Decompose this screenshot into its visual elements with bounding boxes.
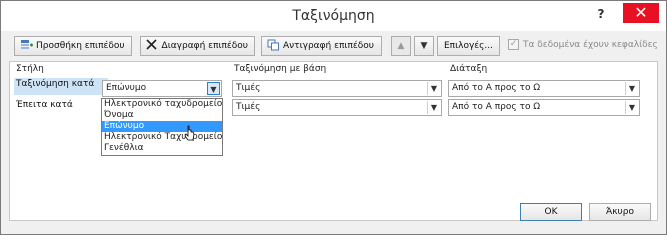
copy-level-button[interactable]: Αντιγραφή επιπέδου	[261, 36, 382, 56]
sort-on-combo-row2-value: Τιμές	[236, 102, 261, 112]
sort-on-combo-row1-value: Τιμές	[236, 83, 261, 93]
add-level-label: Προσθήκη επιπέδου	[36, 41, 125, 51]
my-data-has-headers[interactable]: ✓ Τα δεδομένα έχουν κεφαλίδες	[508, 39, 658, 50]
chevron-down-icon[interactable]: ▼	[207, 82, 220, 95]
delete-level-button[interactable]: Διαγραφή επιπέδου	[140, 36, 255, 56]
checkbox-icon[interactable]: ✓	[508, 39, 519, 50]
sort-dialog: Ταξινόμηση ? ✕ Προσθήκη επιπέδου Διαγραφ…	[0, 0, 667, 235]
options-button[interactable]: Επιλογές...	[437, 36, 500, 56]
cancel-button[interactable]: Άκυρο	[589, 203, 651, 221]
copy-level-label: Αντιγραφή επιπέδου	[283, 41, 374, 51]
dropdown-option[interactable]: Ηλεκτρονικό ταχυδρομείο	[102, 99, 222, 110]
dropdown-option[interactable]: Γενέθλια	[102, 143, 222, 154]
chevron-down-icon[interactable]: ▼	[625, 82, 638, 95]
delete-level-icon	[145, 39, 159, 53]
ok-button[interactable]: OK	[520, 203, 582, 221]
options-label: Επιλογές...	[443, 41, 494, 51]
dropdown-option[interactable]: Ηλεκτρονικό Ταχυδρομείο	[102, 132, 222, 143]
order-combo-row1[interactable]: Από το Α προς το Ω ▼	[448, 80, 640, 97]
order-combo-row2-value: Από το Α προς το Ω	[452, 102, 541, 112]
add-level-icon	[19, 39, 33, 54]
mouse-pointer-icon	[184, 125, 195, 141]
move-down-button[interactable]: ▼	[414, 36, 434, 56]
add-level-button[interactable]: Προσθήκη επιπέδου	[14, 36, 132, 56]
row-label-sort-by: Ταξινόμηση κατά	[16, 79, 95, 89]
close-button[interactable]: ✕	[623, 3, 659, 23]
order-combo-row2[interactable]: Από το Α προς το Ω ▼	[448, 99, 640, 116]
dropdown-option[interactable]: Όνομα	[102, 110, 222, 121]
title-bar: Ταξινόμηση ? ✕	[1, 1, 666, 31]
sort-on-combo-row1[interactable]: Τιμές ▼	[232, 80, 442, 97]
headers-label: Τα δεδομένα έχουν κεφαλίδες	[523, 39, 658, 50]
column-header-column: Στήλη	[16, 64, 44, 74]
column-header-sort-on: Ταξινόμηση με βάση	[234, 64, 327, 74]
column-header-order: Διάταξη	[450, 64, 488, 74]
sort-on-combo-row2[interactable]: Τιμές ▼	[232, 99, 442, 116]
row-label-then-by: Έπειτα κατά	[16, 100, 73, 110]
move-up-button[interactable]: ▲	[391, 36, 411, 56]
order-combo-row1-value: Από το Α προς το Ω	[452, 83, 541, 93]
chevron-down-icon[interactable]: ▼	[427, 82, 440, 95]
column-combo-row1-value: Επώνυμο	[106, 83, 147, 93]
chevron-down-icon[interactable]: ▼	[625, 101, 638, 114]
column-dropdown-list: Ηλεκτρονικό ταχυδρομείο Όνομα Επώνυμο Ηλ…	[101, 98, 223, 156]
chevron-down-icon[interactable]: ▼	[427, 101, 440, 114]
column-combo-row1[interactable]: Επώνυμο ▼	[102, 80, 222, 97]
dropdown-option-selected[interactable]: Επώνυμο	[102, 121, 222, 132]
dialog-title: Ταξινόμηση	[292, 8, 375, 24]
delete-level-label: Διαγραφή επιπέδου	[161, 41, 248, 51]
help-button[interactable]: ?	[593, 6, 609, 22]
copy-level-icon	[266, 39, 280, 54]
